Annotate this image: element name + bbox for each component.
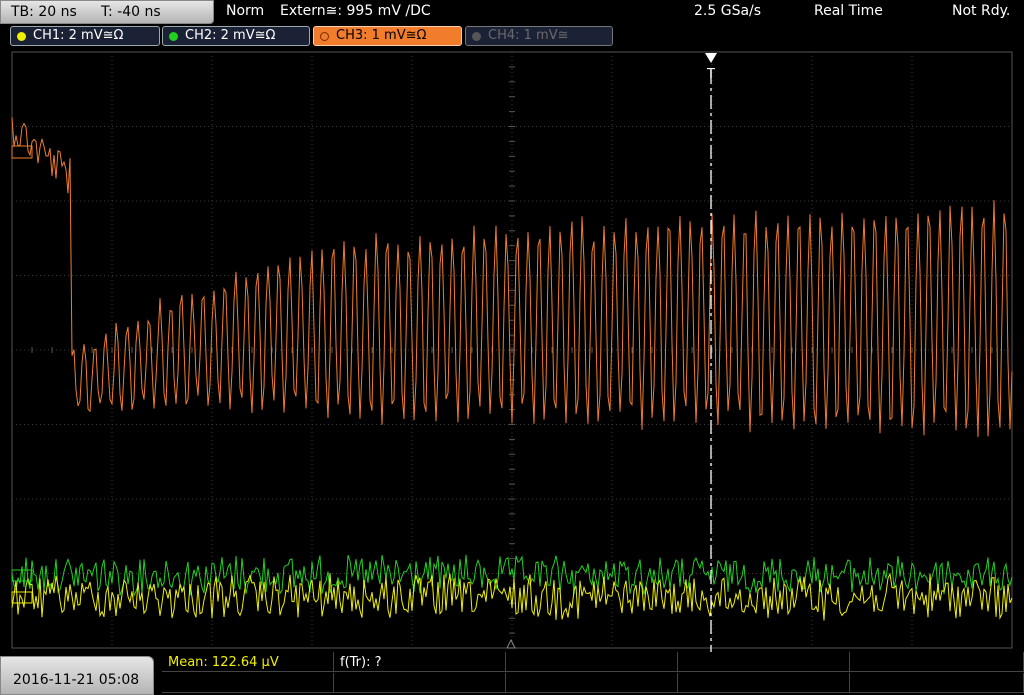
bottom-measurement-bar: 2016-11-21 05:08 Mean: 122.64 µV f(Tr): …: [0, 652, 1024, 695]
channel-tab-ch4[interactable]: CH4: 1 mV≅: [465, 26, 613, 46]
channel-tab-label: CH1: 2 mV≅Ω: [33, 28, 124, 43]
ch1-indicator-icon: [17, 32, 26, 41]
measurement-table[interactable]: Mean: 122.64 µV f(Tr): ?: [162, 652, 1024, 695]
ch2-indicator-icon: [169, 32, 178, 41]
channel-tab-label: CH2: 2 mV≅Ω: [185, 28, 276, 43]
datetime-panel: 2016-11-21 05:08: [0, 656, 154, 695]
measurement-cell: [850, 652, 1024, 672]
ch2-ground-marker-icon[interactable]: [11, 569, 33, 582]
sample-rate: 2.5 GSa/s: [694, 3, 762, 19]
trigger-position-icon[interactable]: [705, 53, 717, 63]
channel-tab-label: CH3: 1 mV≅Ω: [336, 28, 427, 43]
channel-tab-ch2[interactable]: CH2: 2 mV≅Ω: [162, 26, 310, 46]
trigger-mode[interactable]: Norm: [226, 3, 264, 19]
measurement-cell: [334, 673, 506, 693]
waveform-display[interactable]: T: [0, 50, 1024, 652]
center-marker-icon: [506, 638, 516, 649]
channel-tab-ch3[interactable]: CH3: 1 mV≅Ω: [313, 26, 462, 46]
channel-tab-label: CH4: 1 mV≅: [488, 28, 569, 43]
measurement-cell: [162, 673, 334, 693]
acquisition-status: Not Rdy.: [952, 3, 1011, 19]
measurement-cell: [850, 673, 1024, 693]
ch3-indicator-icon: [320, 32, 329, 41]
measurement-cell: [678, 673, 850, 693]
trigger-offset-value: T: -40 ns: [101, 4, 161, 20]
mean-measurement[interactable]: Mean: 122.64 µV: [168, 655, 279, 670]
trigger-marker-label: T: [706, 67, 715, 82]
measurement-cell: [506, 652, 678, 672]
acquisition-mode[interactable]: Real Time: [814, 3, 883, 19]
timebase-value: TB: 20 ns: [11, 4, 77, 20]
trigger-source[interactable]: Extern≅: 995 mV ∕DC: [280, 3, 431, 19]
channel-tabs: CH1: 2 mV≅Ω CH2: 2 mV≅Ω CH3: 1 mV≅Ω CH4:…: [0, 26, 1024, 48]
waveform-graph: T: [11, 51, 1013, 652]
frequency-measurement[interactable]: f(Tr): ?: [340, 655, 382, 670]
datetime-value: 2016-11-21 05:08: [13, 672, 140, 688]
timebase-panel[interactable]: TB: 20 ns T: -40 ns: [0, 0, 214, 24]
measurement-cell: [506, 673, 678, 693]
top-status-bar: TB: 20 ns T: -40 ns Norm Extern≅: 995 mV…: [0, 0, 1024, 24]
channel-tab-ch1[interactable]: CH1: 2 mV≅Ω: [10, 26, 160, 46]
measurement-cell: [678, 652, 850, 672]
ch4-indicator-icon: [472, 32, 481, 41]
ch1-ground-marker-icon[interactable]: [11, 591, 33, 604]
